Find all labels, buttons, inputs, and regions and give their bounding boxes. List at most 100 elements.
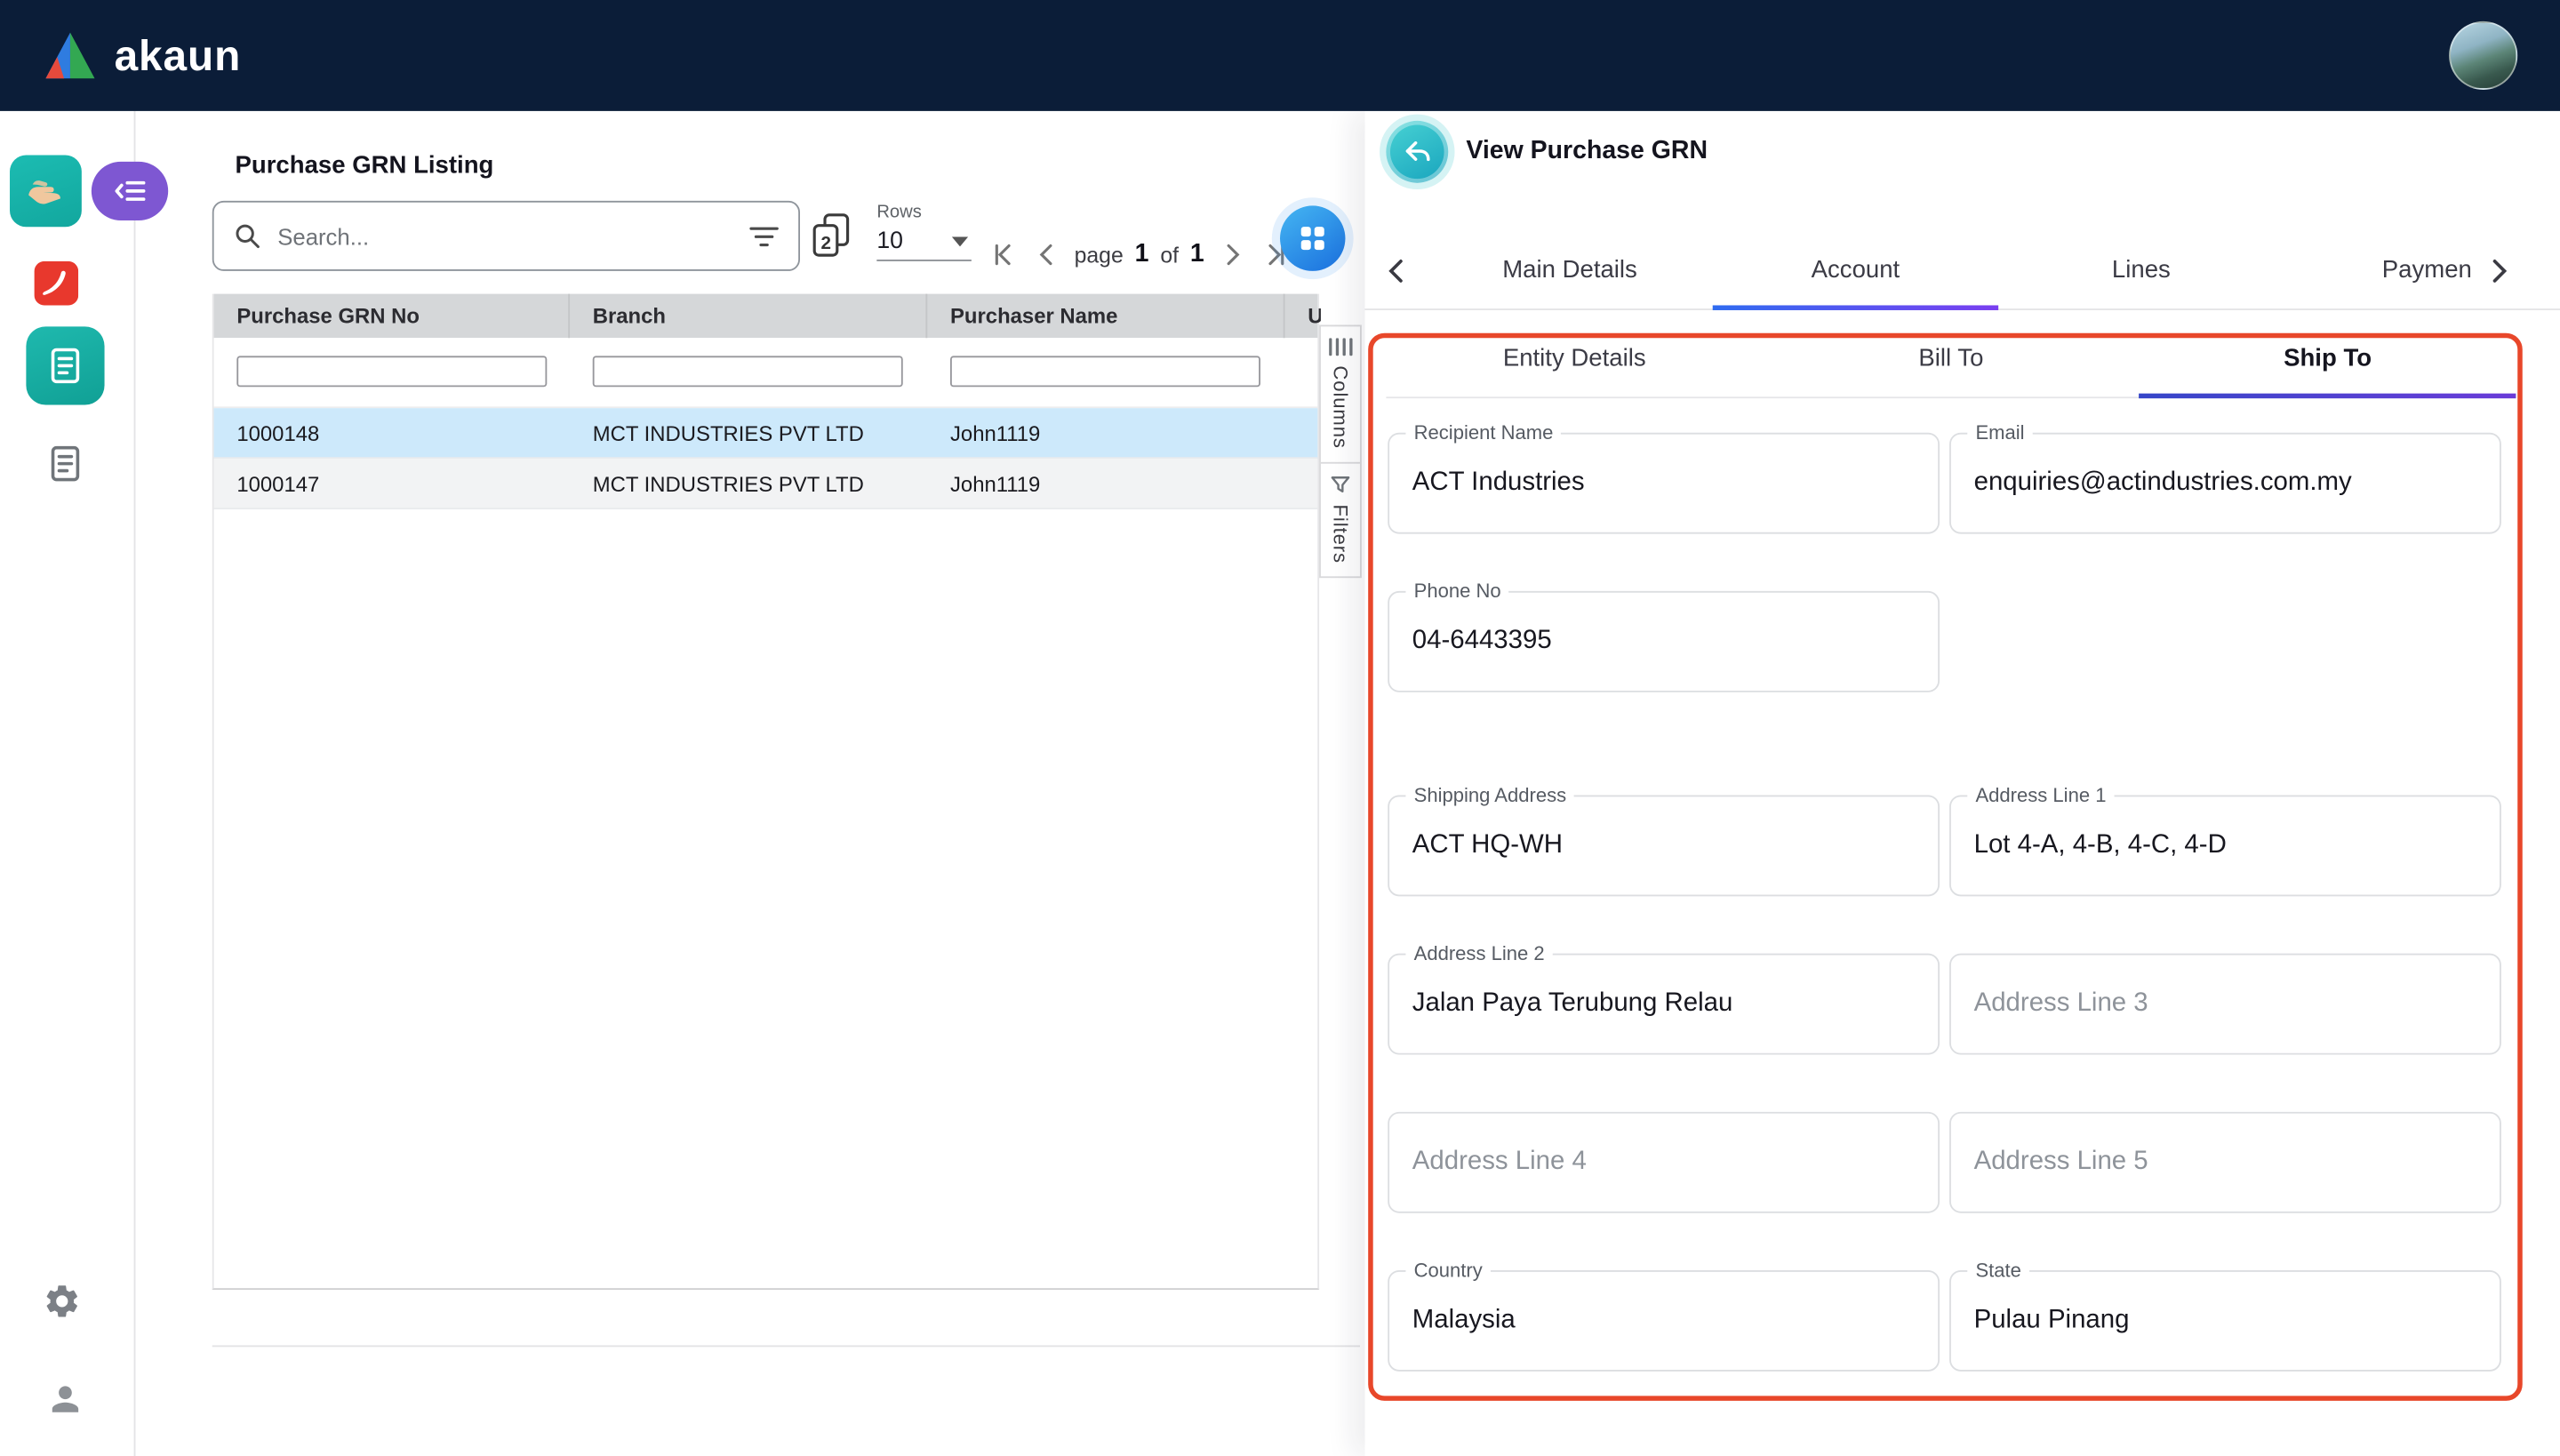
table-side-rail: Columns Filters — [1319, 325, 1362, 579]
filters-rail-button[interactable]: Filters — [1321, 462, 1360, 577]
cell-grn-no: 1000148 — [214, 408, 570, 457]
chevron-left-icon — [1034, 242, 1060, 268]
view-purchase-grn-panel: View Purchase GRN Main Details Account L… — [1365, 111, 2560, 1456]
filter-input-branch[interactable] — [593, 356, 903, 387]
field-label: Shipping Address — [1405, 784, 1574, 807]
phone-no-field[interactable]: Phone No 04-6443395 — [1388, 591, 1940, 692]
page-title: Purchase GRN Listing — [235, 152, 493, 180]
columns-rail-button[interactable]: Columns — [1321, 326, 1360, 461]
field-value: Jalan Paya Terubung Relau — [1412, 989, 1733, 1019]
cell-purchaser: John1119 — [927, 408, 1284, 457]
state-field[interactable]: State Pulau Pinang — [1949, 1270, 2501, 1372]
country-field[interactable]: Country Malaysia — [1388, 1270, 1940, 1372]
field-label: Address Line 1 — [1967, 784, 2114, 807]
tabs-strip: Main Details Account Lines Paymen — [1427, 228, 2508, 310]
address-line-5-field[interactable]: Address Line 5 — [1949, 1112, 2501, 1213]
subtab-ship-to[interactable]: Ship To — [2140, 320, 2516, 396]
back-button[interactable] — [1386, 121, 1448, 183]
filter-input-purchaser[interactable] — [950, 356, 1260, 387]
field-value: enquiries@actindustries.com.my — [1974, 468, 2352, 498]
rows-label: Rows — [876, 203, 972, 222]
prev-page-button[interactable] — [1030, 238, 1063, 271]
shipping-address-field[interactable]: Shipping Address ACT HQ-WH — [1388, 795, 1940, 896]
pdf-icon — [34, 260, 78, 305]
address-line-2-field[interactable]: Address Line 2 Jalan Paya Terubung Relau — [1388, 954, 1940, 1055]
pages-icon-digit: 2 — [820, 233, 831, 253]
address-line-4-field[interactable]: Address Line 4 — [1388, 1112, 1940, 1213]
tabs-scroll-right-button[interactable] — [2482, 255, 2515, 288]
field-value: ACT Industries — [1412, 468, 1585, 498]
tab-account[interactable]: Account — [1713, 228, 1998, 310]
akaun-logo-icon — [43, 31, 98, 80]
sidebar — [0, 111, 135, 1456]
user-avatar[interactable] — [2449, 21, 2517, 90]
chevron-down-icon — [952, 236, 968, 246]
tab-lines[interactable]: Lines — [1998, 228, 2284, 310]
tab-payment[interactable]: Paymen — [2284, 228, 2508, 310]
person-icon — [45, 1380, 84, 1419]
column-header-branch[interactable]: Branch — [570, 294, 927, 339]
email-field[interactable]: Email enquiries@actindustries.com.my — [1949, 433, 2501, 534]
column-header-grn-no[interactable]: Purchase GRN No — [214, 294, 570, 339]
purchase-grn-table: Purchase GRN No Branch Purchaser Name Up… — [212, 294, 1319, 1290]
columns-rail-label: Columns — [1329, 365, 1352, 448]
funnel-icon — [1331, 475, 1350, 494]
pdf-module-button[interactable] — [33, 260, 78, 305]
search-box — [212, 201, 800, 271]
table-header-row: Purchase GRN No Branch Purchaser Name Up — [214, 294, 1318, 339]
filter-icon[interactable] — [749, 225, 779, 248]
field-label: Phone No — [1405, 580, 1508, 603]
tabs-scroll-left-button[interactable] — [1381, 255, 1414, 288]
tab-main-details[interactable]: Main Details — [1427, 228, 1712, 310]
field-value: 04-6443395 — [1412, 627, 1552, 656]
table-row[interactable]: 1000148 MCT INDUSTRIES PVT LTD John1119 — [214, 408, 1318, 459]
field-placeholder: Address Line 4 — [1412, 1148, 1587, 1177]
total-pages: 1 — [1190, 240, 1204, 269]
cell-branch: MCT INDUSTRIES PVT LTD — [570, 408, 927, 457]
table-row[interactable]: 1000147 MCT INDUSTRIES PVT LTD John1119 — [214, 459, 1318, 509]
of-word: of — [1160, 243, 1179, 268]
back-arrow-icon — [1401, 135, 1434, 168]
subtab-entity-details[interactable]: Entity Details — [1386, 320, 1763, 396]
listing-module-button[interactable] — [44, 443, 87, 485]
app-root: akaun — [0, 0, 2560, 1456]
field-placeholder: Address Line 5 — [1974, 1148, 2148, 1177]
recipient-name-field[interactable]: Recipient Name ACT Industries — [1388, 433, 1940, 534]
search-input[interactable] — [275, 221, 737, 251]
first-page-icon — [989, 242, 1015, 268]
duplicate-view-button[interactable]: 2 — [808, 211, 853, 260]
document-list-icon — [44, 443, 87, 485]
grid-icon — [1296, 222, 1329, 255]
rows-select[interactable]: 10 — [876, 222, 972, 261]
procurement-module-button[interactable] — [10, 155, 82, 227]
cell-branch: MCT INDUSTRIES PVT LTD — [570, 459, 927, 508]
address-line-1-field[interactable]: Address Line 1 Lot 4-A, 4-B, 4-C, 4-D — [1949, 795, 2501, 896]
rows-per-page-control: Rows 10 — [876, 203, 972, 261]
chevron-left-icon — [1383, 256, 1412, 285]
field-placeholder: Address Line 3 — [1974, 989, 2148, 1019]
brand: akaun — [43, 30, 241, 81]
detail-title: View Purchase GRN — [1466, 137, 1708, 166]
next-page-button[interactable] — [1216, 238, 1249, 271]
account-button[interactable] — [45, 1380, 84, 1419]
search-icon — [234, 222, 261, 250]
invoice-icon — [44, 345, 87, 388]
field-value: Pulau Pinang — [1974, 1306, 2130, 1335]
first-page-button[interactable] — [986, 238, 1019, 271]
sidebar-toggle-button[interactable] — [92, 162, 168, 220]
field-value: Lot 4-A, 4-B, 4-C, 4-D — [1974, 831, 2227, 860]
grip-icon — [1328, 338, 1353, 356]
filter-input-grn-no[interactable] — [236, 356, 547, 387]
current-page: 1 — [1135, 240, 1149, 269]
grn-module-button-active[interactable] — [26, 326, 104, 404]
column-header-updated[interactable]: Up — [1285, 294, 1321, 339]
settings-button[interactable] — [43, 1282, 82, 1321]
layout-grid-button[interactable] — [1280, 205, 1345, 270]
field-label: Address Line 2 — [1405, 942, 1552, 965]
column-header-purchaser[interactable]: Purchaser Name — [927, 294, 1284, 339]
menu-toggle-icon — [114, 180, 147, 203]
pagination: page 1 of 1 — [986, 230, 1292, 279]
panel-divider — [212, 1345, 1360, 1347]
address-line-3-field[interactable]: Address Line 3 — [1949, 954, 2501, 1055]
subtab-bill-to[interactable]: Bill To — [1763, 320, 2140, 396]
